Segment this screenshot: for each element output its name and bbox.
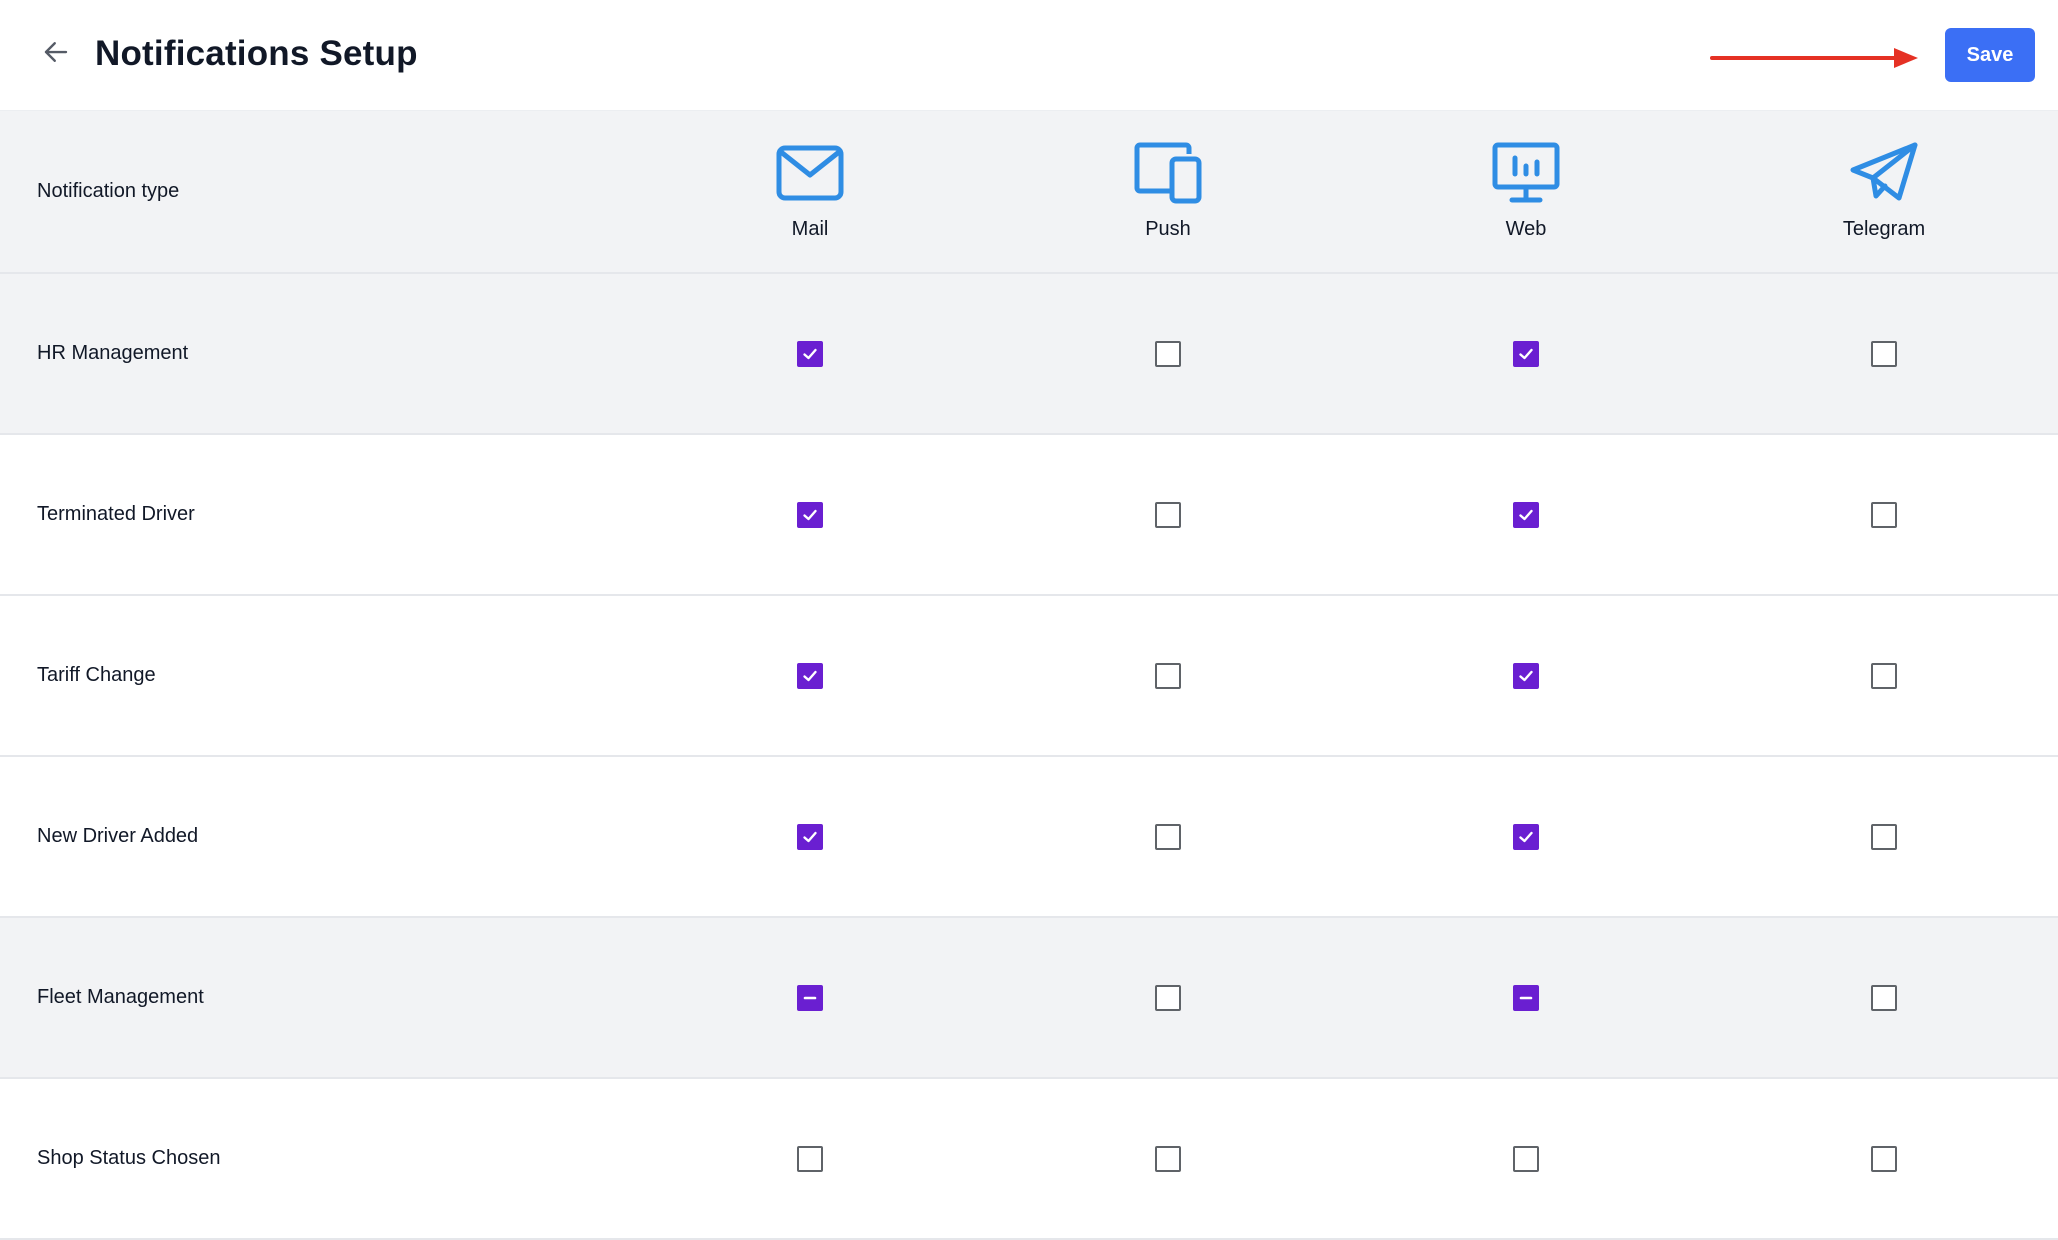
notification-table: Notification type Mail Push Web Telegram…: [0, 110, 2058, 1240]
channel-column-telegram: Telegram: [1784, 111, 1984, 272]
channel-label-telegram: Telegram: [1842, 218, 1926, 240]
table-row: New Driver Added: [0, 757, 2058, 918]
red-arrow-annotation-icon: [1710, 48, 1918, 68]
row-label: Terminated Driver: [37, 503, 195, 525]
push-checkbox[interactable]: [1155, 662, 1181, 689]
push-checkbox[interactable]: [1155, 501, 1181, 528]
web-checkbox[interactable]: [1513, 1145, 1539, 1172]
web-checkbox[interactable]: [1513, 501, 1539, 528]
table-row: Fleet Management: [0, 918, 2058, 1079]
back-button[interactable]: [34, 30, 78, 74]
table-row: HR Management: [0, 274, 2058, 435]
mail-checkbox[interactable]: [797, 823, 823, 850]
row-label: Fleet Management: [37, 986, 204, 1008]
telegram-checkbox[interactable]: [1871, 662, 1897, 689]
mail-checkbox[interactable]: [797, 1145, 823, 1172]
row-label: Shop Status Chosen: [37, 1147, 221, 1169]
devices-icon: [1133, 142, 1203, 204]
telegram-checkbox[interactable]: [1871, 1145, 1897, 1172]
notifications-setup-page: Notifications Setup Save Notification ty…: [0, 0, 2058, 1240]
monitor-icon: [1491, 142, 1561, 204]
row-label: New Driver Added: [37, 825, 199, 847]
push-checkbox[interactable]: [1155, 340, 1181, 367]
push-checkbox[interactable]: [1155, 1145, 1181, 1172]
telegram-checkbox[interactable]: [1871, 501, 1897, 528]
push-checkbox[interactable]: [1155, 984, 1181, 1011]
web-checkbox[interactable]: [1513, 662, 1539, 689]
save-button[interactable]: Save: [1945, 28, 2035, 82]
table-row: Shop Status Chosen: [0, 1079, 2058, 1240]
channel-label-mail: Mail: [791, 218, 829, 240]
channel-label-push: Push: [1145, 218, 1191, 240]
push-checkbox[interactable]: [1155, 823, 1181, 850]
web-checkbox[interactable]: [1513, 823, 1539, 850]
mail-checkbox[interactable]: [797, 662, 823, 689]
channel-column-push: Push: [1068, 111, 1268, 272]
telegram-checkbox[interactable]: [1871, 984, 1897, 1011]
table-header-row: Notification type Mail Push Web Telegram: [0, 110, 2058, 274]
mail-checkbox[interactable]: [797, 501, 823, 528]
arrow-left-icon: [44, 42, 68, 62]
mail-checkbox[interactable]: [797, 984, 823, 1011]
telegram-checkbox[interactable]: [1871, 823, 1897, 850]
channel-column-web: Web: [1426, 111, 1626, 272]
mail-icon: [775, 142, 845, 204]
page-title: Notifications Setup: [95, 34, 418, 73]
table-row: Tariff Change: [0, 596, 2058, 757]
page-header: Notifications Setup Save: [0, 0, 2058, 110]
mail-checkbox[interactable]: [797, 340, 823, 367]
web-checkbox[interactable]: [1513, 340, 1539, 367]
channel-label-web: Web: [1505, 218, 1547, 240]
channel-column-mail: Mail: [710, 111, 910, 272]
telegram-checkbox[interactable]: [1871, 340, 1897, 367]
paper-plane-icon: [1849, 142, 1919, 204]
row-label: HR Management: [37, 342, 189, 364]
table-row: Terminated Driver: [0, 435, 2058, 596]
notification-type-header: Notification type: [37, 180, 180, 202]
web-checkbox[interactable]: [1513, 984, 1539, 1011]
row-label: Tariff Change: [37, 664, 156, 686]
